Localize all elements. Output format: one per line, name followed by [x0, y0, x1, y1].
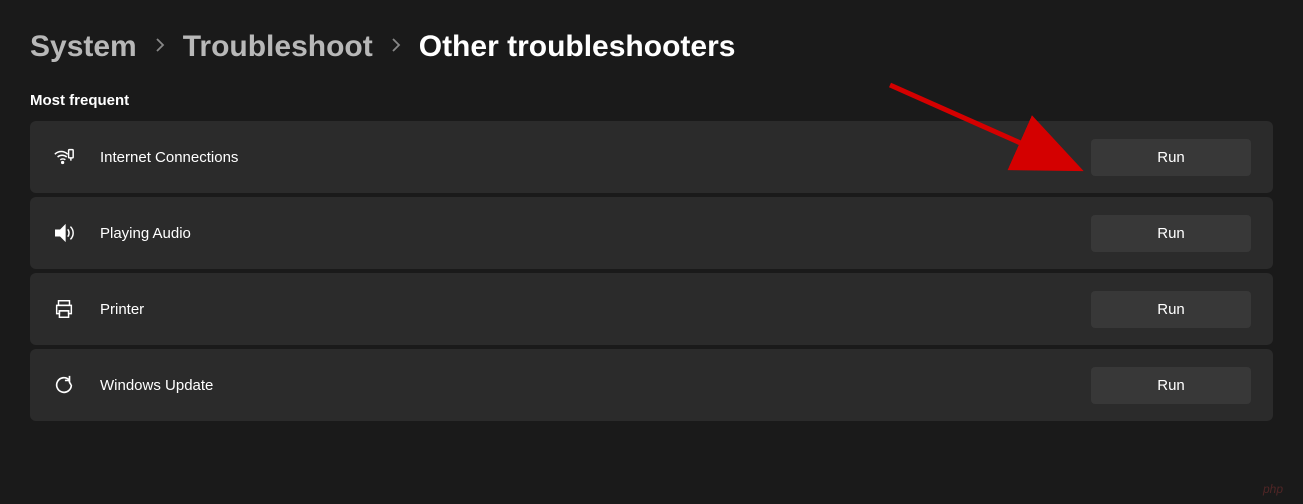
- troubleshooter-internet-connections[interactable]: Internet Connections Run: [30, 121, 1273, 193]
- breadcrumb: System Troubleshoot Other troubleshooter…: [30, 30, 1273, 64]
- run-button[interactable]: Run: [1091, 291, 1251, 328]
- troubleshooter-windows-update[interactable]: Windows Update Run: [30, 349, 1273, 421]
- troubleshooter-label: Printer: [100, 301, 1091, 318]
- run-button[interactable]: Run: [1091, 139, 1251, 176]
- chevron-right-icon: [155, 38, 165, 57]
- breadcrumb-troubleshoot[interactable]: Troubleshoot: [183, 30, 373, 64]
- section-title: Most frequent: [30, 92, 1273, 109]
- troubleshooter-label: Playing Audio: [100, 225, 1091, 242]
- wifi-icon: [52, 145, 76, 169]
- troubleshooter-label: Internet Connections: [100, 149, 1091, 166]
- troubleshooter-label: Windows Update: [100, 377, 1091, 394]
- watermark: php: [1263, 482, 1283, 496]
- breadcrumb-system[interactable]: System: [30, 30, 137, 64]
- run-button[interactable]: Run: [1091, 215, 1251, 252]
- audio-icon: [52, 221, 76, 245]
- troubleshooter-list: Internet Connections Run Playing Audio R…: [30, 121, 1273, 421]
- page-title: Other troubleshooters: [419, 30, 736, 64]
- update-icon: [52, 373, 76, 397]
- run-button[interactable]: Run: [1091, 367, 1251, 404]
- troubleshooter-printer[interactable]: Printer Run: [30, 273, 1273, 345]
- troubleshooter-playing-audio[interactable]: Playing Audio Run: [30, 197, 1273, 269]
- chevron-right-icon: [391, 38, 401, 57]
- printer-icon: [52, 297, 76, 321]
